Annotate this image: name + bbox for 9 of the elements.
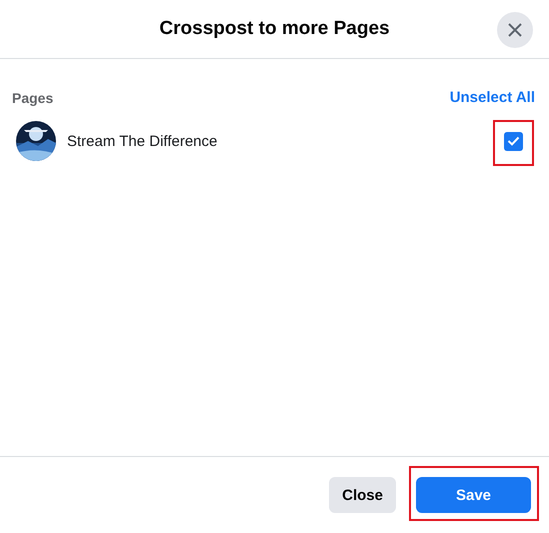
close-button[interactable]: Close — [329, 477, 396, 513]
check-icon — [507, 136, 520, 146]
checkbox[interactable] — [504, 132, 523, 150]
close-icon[interactable] — [497, 12, 533, 48]
save-button[interactable]: Save — [416, 477, 531, 513]
section-label: Pages — [12, 90, 54, 106]
dialog-title: Crosspost to more Pages — [159, 18, 390, 40]
unselect-all-link[interactable]: Unselect All — [450, 89, 535, 106]
page-name: Stream The Difference — [67, 132, 218, 150]
